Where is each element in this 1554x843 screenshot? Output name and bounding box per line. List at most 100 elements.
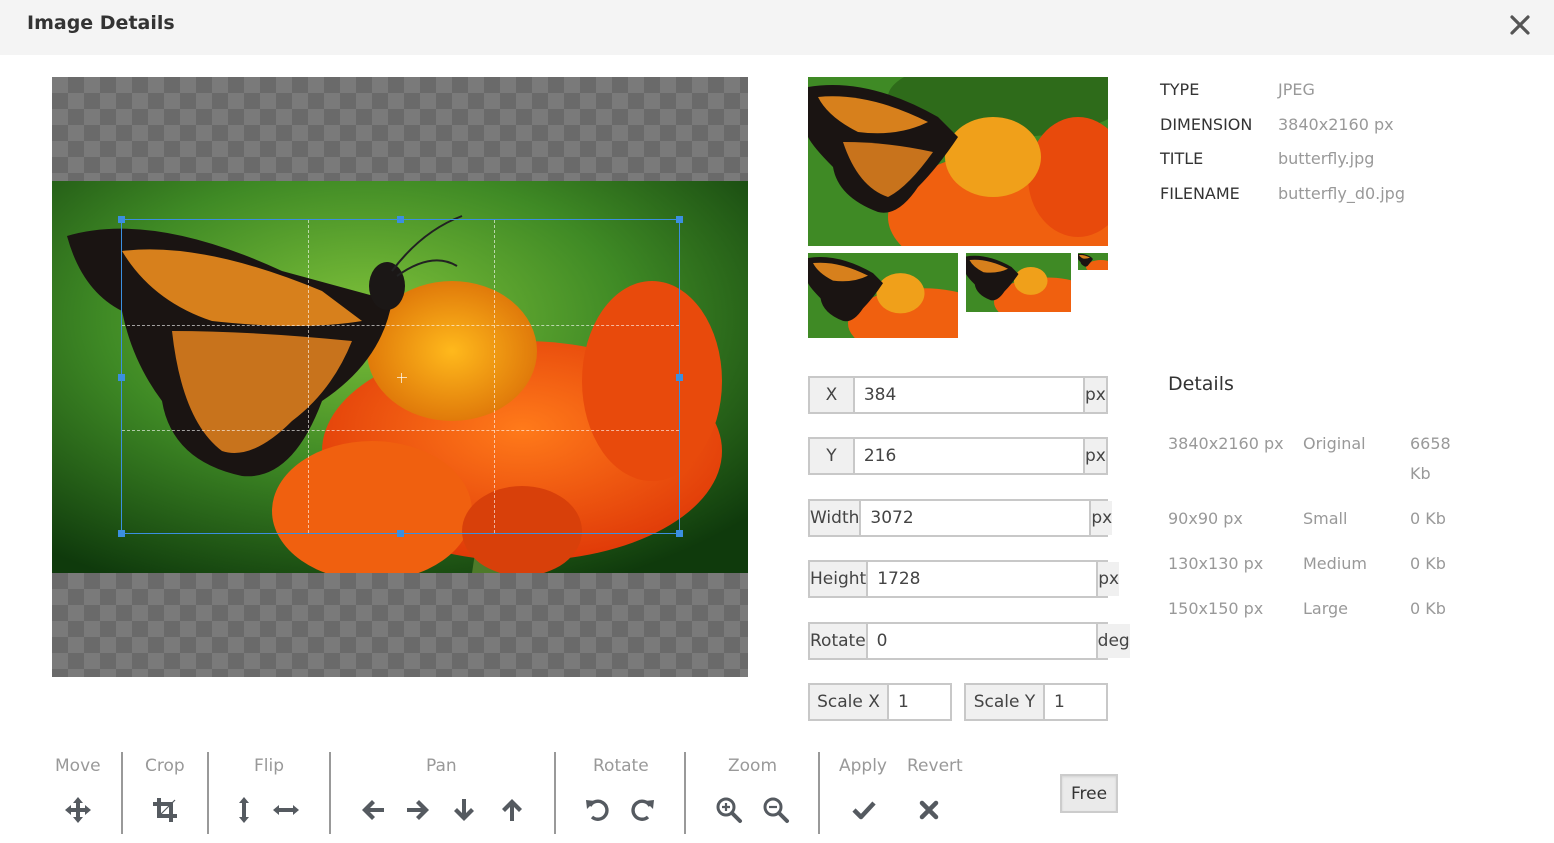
- size-dimension: 90x90 px: [1168, 509, 1243, 528]
- rotate-field-group: Rotate deg: [808, 622, 1130, 660]
- details-row: 3840x2160 px Original 6658 Kb: [1168, 429, 1462, 489]
- crop-handle-e[interactable]: [676, 374, 683, 381]
- zoom-out-icon: [763, 797, 789, 823]
- info-value: butterfly.jpg: [1278, 149, 1375, 169]
- preview-medium: [808, 253, 958, 338]
- info-row-title: TITLE butterfly.jpg: [1160, 149, 1405, 184]
- rotate-tool-label: Rotate: [593, 756, 649, 776]
- pan-right-button[interactable]: [402, 794, 434, 826]
- size-filesize: 0 Kb: [1410, 554, 1446, 573]
- width-input[interactable]: [861, 501, 1090, 535]
- details-row: 130x130 px Medium 0 Kb: [1168, 549, 1462, 579]
- scale-x-input[interactable]: [889, 685, 950, 719]
- info-value: JPEG: [1278, 80, 1315, 99]
- arrow-up-icon: [502, 799, 522, 821]
- editor-toolbar: Move Crop Flip Pan Rotate Zoom Apply Rev…: [0, 750, 1200, 840]
- size-filesize: 0 Kb: [1410, 509, 1446, 528]
- size-filesize: 6658 Kb: [1410, 434, 1451, 483]
- image-info: TYPE JPEG DIMENSION 3840x2160 px TITLE b…: [1160, 80, 1405, 219]
- y-unit: px: [1082, 439, 1106, 473]
- apply-button[interactable]: [848, 794, 880, 826]
- crop-guide-line: [494, 220, 495, 533]
- y-input[interactable]: [854, 439, 1083, 473]
- dialog-header: Image Details: [0, 0, 1554, 55]
- crop-label: Crop: [145, 756, 185, 776]
- scale-y-input[interactable]: [1045, 685, 1106, 719]
- aspect-ratio-free-button[interactable]: Free: [1060, 774, 1118, 813]
- height-field-group: Height px: [808, 560, 1120, 598]
- info-value: 3840x2160 px: [1278, 114, 1394, 134]
- crop-handle-nw[interactable]: [118, 216, 125, 223]
- height-input[interactable]: [868, 562, 1097, 596]
- size-name: Small: [1303, 509, 1348, 528]
- crop-handle-se[interactable]: [676, 530, 683, 537]
- rotate-input[interactable]: [867, 624, 1096, 658]
- toolbar-group-pan: Pan: [332, 750, 554, 834]
- zoom-in-button[interactable]: [713, 794, 745, 826]
- crop-guide-line: [122, 325, 679, 326]
- check-icon: [852, 801, 876, 820]
- zoom-in-icon: [716, 797, 742, 823]
- pan-down-button[interactable]: [448, 794, 480, 826]
- rotate-right-button[interactable]: [627, 794, 659, 826]
- dialog-title: Image Details: [27, 12, 175, 34]
- size-dimension: 150x150 px: [1168, 599, 1264, 618]
- size-filesize: 0 Kb: [1410, 599, 1446, 618]
- scale-x-field-group: Scale X: [808, 683, 952, 721]
- details-row: 90x90 px Small 0 Kb: [1168, 504, 1462, 534]
- size-name: Original: [1303, 434, 1366, 453]
- y-field-group: Y px: [808, 437, 1108, 475]
- width-field-group: Width px: [808, 499, 1113, 537]
- flip-horizontal-button[interactable]: [270, 794, 302, 826]
- rotate-unit: deg: [1095, 624, 1130, 658]
- info-value: butterfly_d0.jpg: [1278, 184, 1405, 204]
- toolbar-group-flip: Flip: [210, 750, 328, 834]
- x-field-group: X px: [808, 376, 1108, 414]
- arrow-down-icon: [454, 799, 474, 821]
- info-key: DIMENSION: [1160, 114, 1253, 134]
- arrow-right-icon: [407, 800, 429, 820]
- scale-x-label: Scale X: [810, 685, 889, 719]
- toolbar-group-rotate: Rotate: [557, 750, 685, 834]
- flip-vertical-icon: [239, 797, 249, 823]
- rotate-right-icon: [631, 799, 654, 821]
- toolbar-separator: [329, 752, 331, 834]
- crop-handle-w[interactable]: [118, 374, 125, 381]
- crop-handle-s[interactable]: [397, 530, 404, 537]
- crop-handle-ne[interactable]: [676, 216, 683, 223]
- zoom-out-button[interactable]: [760, 794, 792, 826]
- crop-center-indicator: [397, 373, 407, 383]
- preview-large: [808, 77, 1108, 246]
- crop-button[interactable]: [149, 794, 181, 826]
- image-editor-canvas[interactable]: [52, 77, 748, 677]
- size-name: Large: [1303, 599, 1349, 618]
- info-key: FILENAME: [1160, 184, 1240, 204]
- preview-small: [966, 253, 1071, 312]
- crop-selection-box[interactable]: [118, 216, 683, 537]
- rotate-left-button[interactable]: [581, 794, 613, 826]
- pan-left-button[interactable]: [357, 794, 389, 826]
- crop-handle-n[interactable]: [397, 216, 404, 223]
- details-row: 150x150 px Large 0 Kb: [1168, 594, 1462, 624]
- info-row-filename: FILENAME butterfly_d0.jpg: [1160, 184, 1405, 219]
- toolbar-group-move: Move: [40, 750, 116, 834]
- revert-button[interactable]: [913, 794, 945, 826]
- crop-icon: [153, 798, 177, 822]
- move-button[interactable]: [62, 794, 94, 826]
- pan-up-button[interactable]: [496, 794, 528, 826]
- crop-guide-line: [308, 220, 309, 533]
- toolbar-separator: [121, 752, 123, 834]
- x-label: X: [810, 378, 855, 412]
- arrow-left-icon: [362, 800, 384, 820]
- sizes-details: Details 3840x2160 px Original 6658 Kb 90…: [1168, 373, 1462, 639]
- size-dimension: 3840x2160 px: [1168, 434, 1284, 453]
- rotate-left-icon: [586, 799, 609, 821]
- close-button[interactable]: [1503, 8, 1537, 42]
- preview-thumbnail: [1078, 253, 1108, 270]
- flip-label: Flip: [254, 756, 285, 776]
- pan-label: Pan: [426, 756, 457, 776]
- flip-vertical-button[interactable]: [228, 794, 260, 826]
- crop-handle-sw[interactable]: [118, 530, 125, 537]
- size-name: Medium: [1303, 554, 1367, 573]
- x-input[interactable]: [854, 378, 1083, 412]
